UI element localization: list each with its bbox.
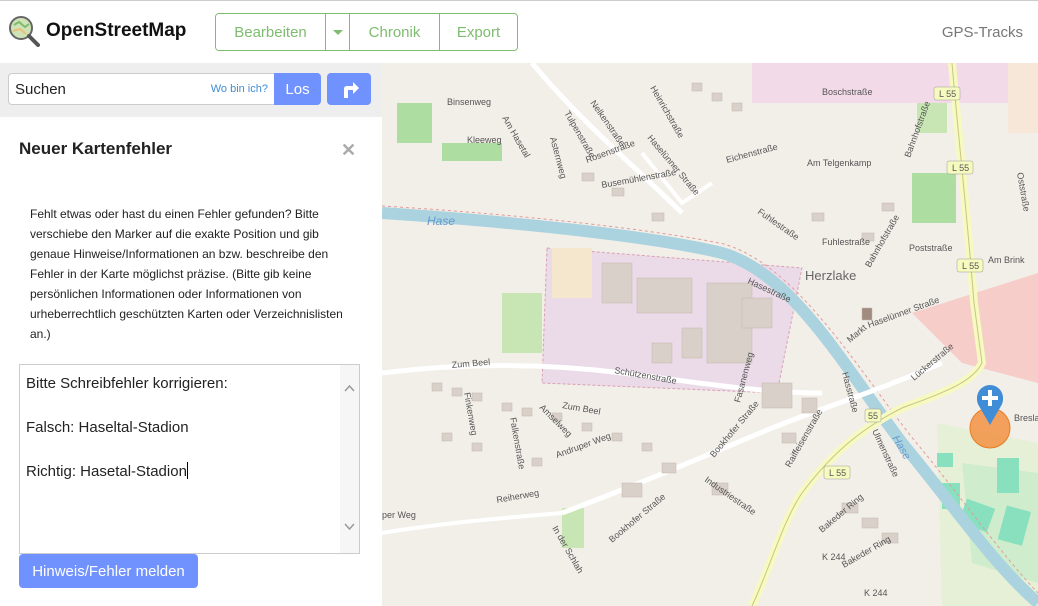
area-sand <box>552 248 592 298</box>
map-label: Boschstraße <box>822 87 873 97</box>
map-label: Lückerstraße <box>909 341 956 382</box>
river-label: Hase <box>427 214 455 228</box>
place-label: Herzlake <box>805 268 856 283</box>
text-caret <box>186 462 188 479</box>
scroll-down-icon[interactable] <box>344 523 355 531</box>
map-label: Bookhofer Straße <box>708 399 761 459</box>
note-text: Bitte Schreibfehler korrigieren: Falsch:… <box>26 373 336 483</box>
map-label: Am Brink <box>988 255 1025 265</box>
note-textarea[interactable]: Bitte Schreibfehler korrigieren: Falsch:… <box>19 364 360 554</box>
forest-3 <box>442 143 502 161</box>
panel-description: Fehlt etwas oder hast du einen Fehler ge… <box>30 207 343 341</box>
note-text-content: Bitte Schreibfehler korrigieren: Falsch:… <box>26 375 228 480</box>
map-label: Binsenweg <box>447 97 491 107</box>
road-shield-label: L 55 <box>829 468 846 478</box>
road-shield-label: 55 <box>868 411 878 421</box>
area-beige <box>1008 63 1038 133</box>
grass-1 <box>502 293 542 353</box>
edit-button[interactable]: Bearbeiten <box>216 14 326 50</box>
map-label: per Weg <box>382 510 416 520</box>
top-bar: OpenStreetMap Bearbeiten Chronik Export … <box>0 0 1038 63</box>
sidebar: Suchen Wo bin ich? Los Neuer Kartenfehle… <box>0 63 382 606</box>
textarea-scrollbar[interactable] <box>340 365 359 553</box>
directions-button[interactable] <box>327 73 371 105</box>
map-label: Reiherweg <box>496 488 540 505</box>
brand-name: OpenStreetMap <box>46 20 187 41</box>
residential-area-pink <box>752 63 1038 103</box>
map-label: Kleeweg <box>467 135 502 145</box>
map-label: Heinrichstraße <box>648 84 686 140</box>
map-label: Am Telgenkamp <box>807 158 871 168</box>
road-shield-label: L 55 <box>952 163 969 173</box>
panel-title: Neuer Kartenfehler <box>19 139 173 158</box>
road-shield-label: L 55 <box>939 89 956 99</box>
map-label: K 244 <box>822 552 846 562</box>
map-label: Andruper Weg <box>554 431 612 460</box>
export-button[interactable]: Export <box>440 14 517 50</box>
search-go-button[interactable]: Los <box>274 73 321 105</box>
map-label: Fuhlestraße <box>756 206 801 242</box>
logo[interactable]: OpenStreetMap <box>8 15 186 47</box>
map-canvas[interactable]: Binsenweg Am Hasetal Kleeweg Tulpenstraß… <box>382 63 1038 606</box>
map-label: Eichenstraße <box>725 142 779 165</box>
map-label: Bookhofer Straße <box>607 492 667 545</box>
where-am-i-link[interactable]: Wo bin ich? <box>211 83 268 95</box>
map-label: Bresla <box>1014 413 1038 423</box>
map-label: Asternweg <box>548 136 569 180</box>
map-label: Falkenstraße <box>508 417 527 470</box>
scroll-up-icon[interactable] <box>344 384 355 392</box>
map-label: Fuhlestraße <box>822 237 870 247</box>
edit-button-group: Bearbeiten Chronik Export <box>215 13 518 51</box>
map-label: Poststraße <box>909 243 953 253</box>
search-bar: Suchen Wo bin ich? Los <box>0 63 382 117</box>
forest-1 <box>912 173 956 223</box>
search-input-value: Suchen <box>15 81 66 98</box>
directions-arrow-icon <box>344 82 359 98</box>
map-label: Bakeder Ring <box>840 534 892 570</box>
map-view[interactable]: Binsenweg Am Hasetal Kleeweg Tulpenstraß… <box>382 63 1038 606</box>
road-shield-label: L 55 <box>962 261 979 271</box>
pitch-5 <box>997 458 1019 493</box>
edit-dropdown-button[interactable] <box>326 14 350 50</box>
map-label: Zum Beel <box>562 400 602 417</box>
pitch-3 <box>937 453 953 467</box>
search-input[interactable]: Suchen Wo bin ich? <box>8 73 274 105</box>
osm-magnifier-logo-icon <box>9 16 40 47</box>
map-label: K 244 <box>864 588 888 598</box>
submit-note-button[interactable]: Hinweis/Fehler melden <box>19 554 198 588</box>
map-label: Markt <box>845 322 869 344</box>
history-button[interactable]: Chronik <box>350 14 440 50</box>
forest-2 <box>397 103 432 143</box>
close-icon[interactable]: ✕ <box>341 140 356 161</box>
gps-tracks-link[interactable]: GPS-Tracks <box>942 24 1023 41</box>
caret-down-icon <box>332 29 343 35</box>
map-label: Industriestraße <box>703 474 758 517</box>
map-label: Am Hasetal <box>500 114 532 159</box>
map-label: Oststraße <box>1015 172 1032 213</box>
